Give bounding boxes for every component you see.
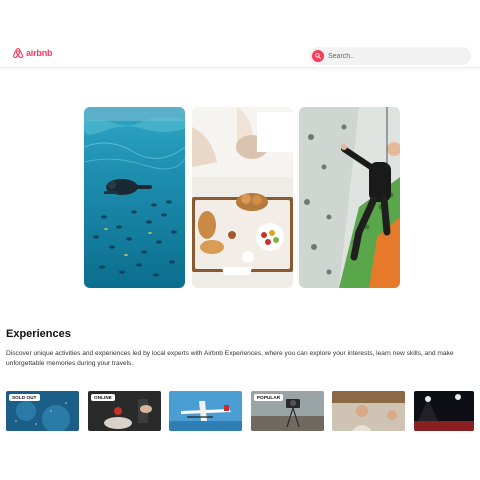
hero-image-breakfast[interactable] [192, 107, 293, 288]
popular-badge: POPULAR [254, 394, 284, 401]
logo-wordmark: airbnb [26, 48, 53, 58]
stage-lights-photo [414, 391, 474, 431]
seaplane-photo [169, 391, 242, 431]
airbnb-logo-icon [12, 47, 24, 59]
search-icon [315, 53, 321, 59]
experience-card[interactable] [332, 391, 405, 431]
search-bar[interactable] [309, 47, 471, 65]
top-nav: airbnb [0, 40, 480, 68]
snorkeling-photo [84, 107, 185, 288]
experience-card[interactable]: POPULAR [251, 391, 324, 431]
sold-out-badge: SOLD OUT [9, 394, 40, 401]
experience-card[interactable] [169, 391, 242, 431]
experiences-title: Experiences [6, 328, 71, 340]
experience-card[interactable]: ONLINE [88, 391, 161, 431]
experience-card[interactable] [414, 391, 474, 431]
online-badge: ONLINE [91, 394, 115, 401]
hero-image-climbing[interactable] [299, 107, 400, 288]
breakfast-tray-photo [192, 107, 293, 288]
experience-card[interactable]: SOLD OUT [6, 391, 79, 431]
search-input[interactable] [328, 52, 458, 60]
experiences-description: Discover unique activities and experienc… [6, 350, 454, 367]
host-portrait-photo [332, 391, 405, 431]
hero-image-snorkeling[interactable] [84, 107, 185, 288]
rock-climbing-photo [299, 107, 400, 288]
airbnb-logo[interactable]: airbnb [12, 47, 53, 59]
search-button[interactable] [312, 50, 324, 62]
